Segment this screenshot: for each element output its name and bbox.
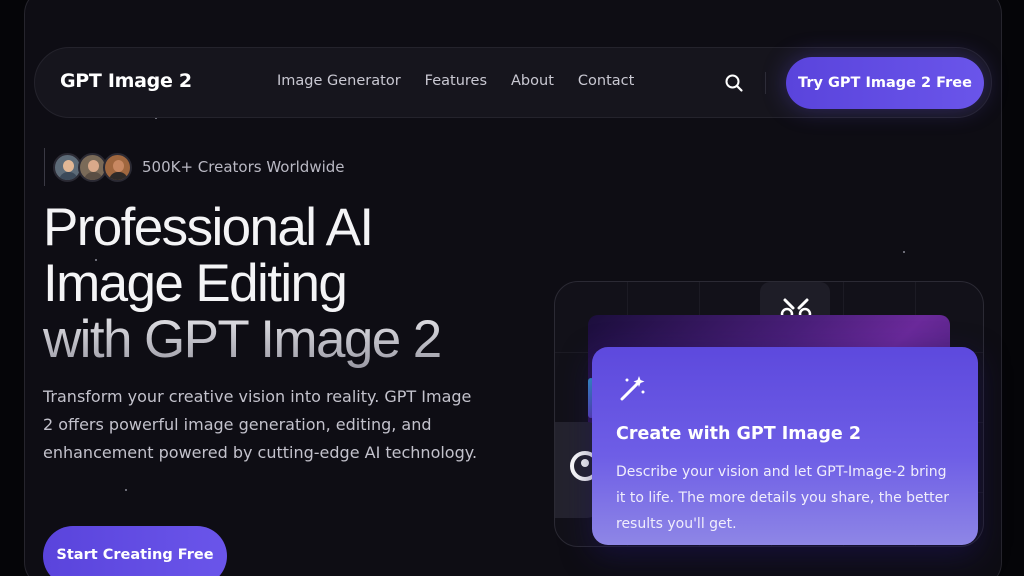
star-dot xyxy=(903,251,905,253)
creators-badge: 500K+ Creators Worldwide xyxy=(44,148,345,186)
hero-title-line: Image Editing xyxy=(43,254,348,313)
star-dot xyxy=(125,489,127,491)
start-creating-button[interactable]: Start Creating Free xyxy=(43,526,227,576)
search-icon[interactable] xyxy=(723,72,745,94)
nav-link-image-generator[interactable]: Image Generator xyxy=(277,73,401,89)
nav-link-contact[interactable]: Contact xyxy=(578,73,634,89)
hero-title: Professional AI Image Editing with GPT I… xyxy=(43,200,523,368)
nav-link-about[interactable]: About xyxy=(511,73,554,89)
brand-logo[interactable]: GPT Image 2 xyxy=(60,70,192,92)
hero-title-line: Professional AI xyxy=(43,198,374,257)
navbar: GPT Image 2 Image Generator Features Abo… xyxy=(34,47,992,118)
create-card-description: Describe your vision and let GPT-Image-2… xyxy=(616,464,950,532)
avatar-group xyxy=(53,152,132,182)
try-free-button[interactable]: Try GPT Image 2 Free xyxy=(786,57,984,109)
hero-title-line: with GPT Image 2 xyxy=(43,310,442,369)
nav-link-features[interactable]: Features xyxy=(425,73,487,89)
avatar xyxy=(103,152,132,182)
nav-links: Image Generator Features About Contact xyxy=(277,73,658,89)
nav-divider xyxy=(765,72,766,94)
hero-description: Transform your creative vision into real… xyxy=(43,387,478,462)
badge-divider xyxy=(44,148,45,186)
magic-wand-icon xyxy=(617,374,647,404)
creators-count: 500K+ Creators Worldwide xyxy=(142,158,345,176)
create-card-title: Create with GPT Image 2 xyxy=(616,424,861,444)
create-card[interactable]: Create with GPT Image 2 Describe your vi… xyxy=(592,347,978,545)
